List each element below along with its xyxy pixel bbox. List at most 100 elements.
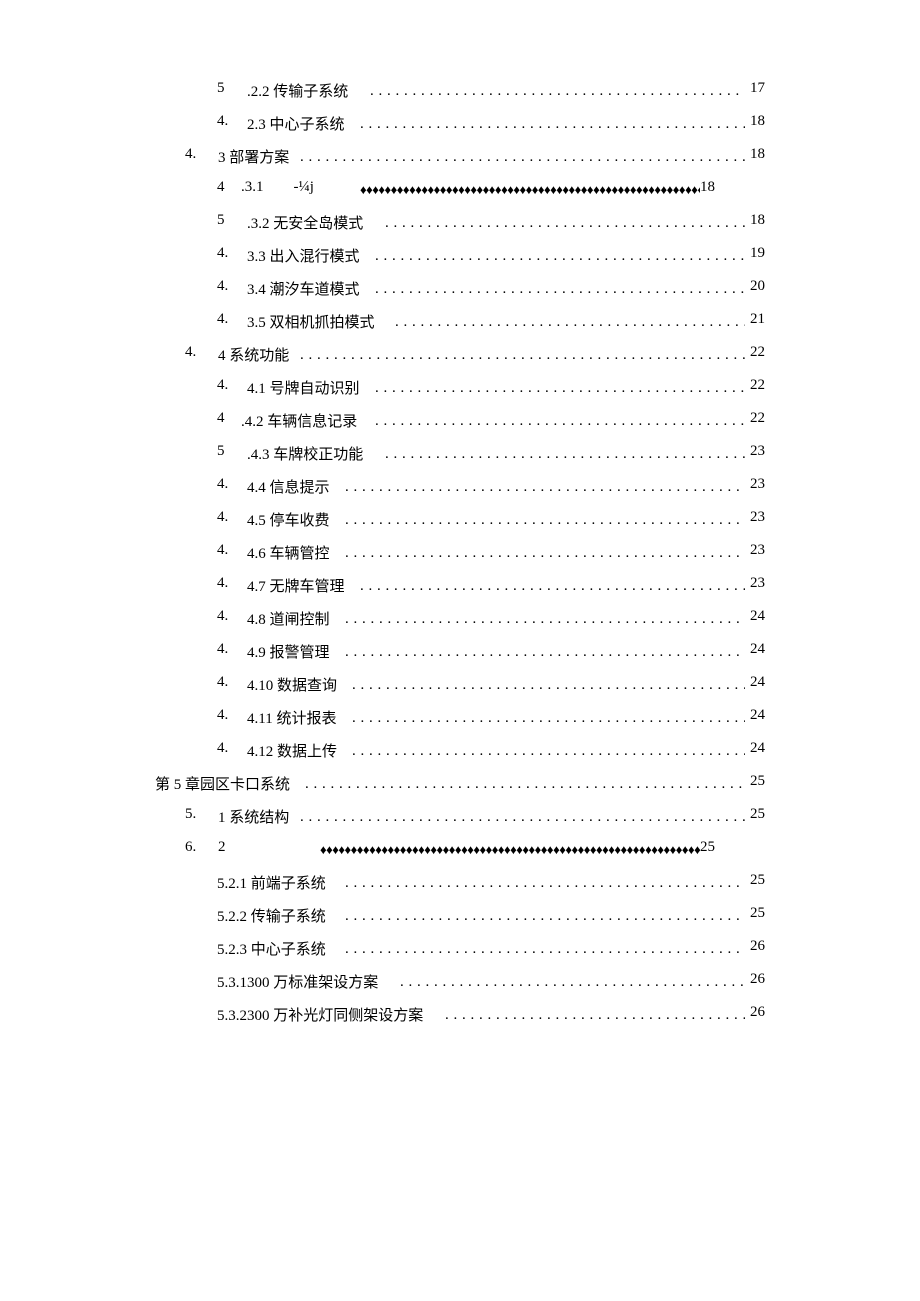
toc-entry-prefix: 4. (185, 344, 196, 361)
toc-leader-dots: . . . . . . . . . . . . . . . . . . . . … (345, 512, 745, 527)
toc-entry-title: 4.8 道闸控制 (247, 608, 330, 629)
toc-entry-page: 24 (750, 707, 765, 724)
toc-entry-page: 24 (750, 608, 765, 625)
toc-page: 5 .2.2 传输子系统 . . . . . . . . . . . . . . .… (0, 0, 920, 1301)
toc-entry-page: 23 (750, 509, 765, 526)
toc-entry: 4. 4 系统功能 . . . . . . . . . . . . . . . .… (0, 344, 920, 377)
toc-leader-dots: . . . . . . . . . . . . . . . . . . . . … (300, 347, 745, 362)
toc-entry-prefix: 4. (217, 641, 228, 658)
toc-entry-page: 25 (700, 839, 715, 856)
toc-entry-title: .2.2 传输子系统 (247, 80, 348, 101)
toc-entry: 5.3.2 无安全岛模式. . . . . . . . . . . . . . … (0, 212, 920, 245)
toc-leader-dots: . . . . . . . . . . . . . . . . . . . . … (345, 875, 745, 890)
toc-entry-page: 23 (750, 476, 765, 493)
toc-entry-page: 18 (750, 212, 765, 229)
toc-entry-page: 18 (750, 146, 765, 163)
toc-entry-title: 4.4 信息提示 (247, 476, 330, 497)
toc-entry-prefix: 5. (185, 806, 196, 823)
toc-entry-prefix: 6. (185, 839, 196, 856)
toc-leader-dots: . . . . . . . . . . . . . . . . . . . . … (360, 116, 745, 131)
toc-entry-page: 25 (750, 905, 765, 922)
toc-leader-dots: . . . . . . . . . . . . . . . . . . . . … (352, 710, 745, 725)
toc-leader-dots: . . . . . . . . . . . . . . . . . . . . … (375, 380, 745, 395)
toc-leader-dots: . . . . . . . . . . . . . . . . . . . . … (300, 149, 745, 164)
toc-entry: 第 5 章园区卡口系统. . . . . . . . . . . . . . .… (0, 773, 920, 806)
toc-entry-page: 26 (750, 1004, 765, 1021)
toc-entry-page: 25 (750, 773, 765, 790)
toc-entry-prefix: 4. (217, 674, 228, 691)
toc-entry: 4.4.12 数据上传. . . . . . . . . . . . . . .… (0, 740, 920, 773)
toc-leader-dots: . . . . . . . . . . . . . . . . . . . . … (385, 446, 745, 461)
toc-entry-page: 20 (750, 278, 765, 295)
toc-entry-page: 24 (750, 740, 765, 757)
toc-entry: 4.4.11 统计报表. . . . . . . . . . . . . . .… (0, 707, 920, 740)
toc-entry-prefix: 4. (217, 278, 228, 295)
toc-leader-dots: . . . . . . . . . . . . . . . . . . . . … (345, 644, 745, 659)
toc-leader-dots: . . . . . . . . . . . . . . . . . . . . … (375, 281, 745, 296)
toc-entry-title: .4.3 车牌校正功能 (247, 443, 363, 464)
toc-leader-dots: . . . . . . . . . . . . . . . . . . . . … (395, 314, 745, 329)
toc-entry-page: 25 (750, 872, 765, 889)
toc-entry-prefix: 4. (217, 509, 228, 526)
toc-entry: 5 .4.3 车牌校正功能 . . . . . . . . . . . . . . … (0, 443, 920, 476)
toc-entry: 6.2♦♦♦♦♦♦♦♦♦♦♦♦♦♦♦♦♦♦♦♦♦♦♦♦♦♦♦♦♦♦♦♦♦♦♦♦♦… (0, 839, 920, 872)
toc-leader-dots: . . . . . . . . . . . . . . . . . . . . … (360, 578, 745, 593)
toc-entry-title: 4.1 号牌自动识别 (247, 377, 360, 398)
toc-leader-dots: . . . . . . . . . . . . . . . . . . . . … (345, 908, 745, 923)
toc-entry-title: 4.7 无牌车管理 (247, 575, 345, 596)
toc-entry-title: 4 系统功能 (218, 344, 293, 365)
toc-entry-page: 18 (700, 179, 715, 196)
toc-leader-dots: . . . . . . . . . . . . . . . . . . . . … (345, 545, 745, 560)
toc-entry-page: 24 (750, 641, 765, 658)
toc-entry-page: 26 (750, 971, 765, 988)
toc-entry: 4. 4.1 号牌自动识别 . . . . . . . . . . . . . . … (0, 377, 920, 410)
toc-entry: 4.4.6 车辆管控. . . . . . . . . . . . . . . … (0, 542, 920, 575)
toc-entry: 4.3.3 出入混行模式. . . . . . . . . . . . . . … (0, 245, 920, 278)
toc-entry-title: 5.3.1300 万标准架设方案 (217, 971, 382, 992)
toc-entry-prefix: 4. (217, 575, 228, 592)
toc-leader-dots: . . . . . . . . . . . . . . . . . . . . … (345, 611, 745, 626)
toc-entry: 4. 3.5 双相机抓拍模式 . . . . . . . . . . . . . .… (0, 311, 920, 344)
toc-leader-dots: . . . . . . . . . . . . . . . . . . . . … (345, 941, 745, 956)
toc-entry-prefix: 5 (217, 443, 225, 460)
toc-entry-title: 5.2.3 中心子系统 (217, 938, 326, 959)
toc-entry-title: 4.11 统计报表 (247, 707, 336, 728)
toc-entry: 4.4.4 信息提示. . . . . . . . . . . . . . . … (0, 476, 920, 509)
toc-entry-title: 4.10 数据查询 (247, 674, 337, 695)
toc-entry-page: 19 (750, 245, 765, 262)
toc-entry: 4. 4.8 道闸控制 . . . . . . . . . . . . . . . … (0, 608, 920, 641)
toc-leader-dots: . . . . . . . . . . . . . . . . . . . . … (352, 743, 745, 758)
toc-entry-prefix: 4. (217, 311, 228, 328)
toc-leader-diamonds: ♦♦♦♦♦♦♦♦♦♦♦♦♦♦♦♦♦♦♦♦♦♦♦♦♦♦♦♦♦♦♦♦♦♦♦♦♦♦♦♦… (360, 182, 700, 198)
toc-entry-prefix: 4. (217, 245, 228, 262)
toc-entry-page: 23 (750, 542, 765, 559)
toc-entry-prefix: 5 (217, 80, 225, 97)
toc-entry-page: 17 (750, 80, 765, 97)
toc-entry-prefix: 4. (217, 740, 228, 757)
toc-entry-prefix: 4. (217, 113, 228, 130)
toc-leader-dots: . . . . . . . . . . . . . . . . . . . . … (445, 1007, 745, 1022)
toc-entry: 4. 4.10 数据查询 . . . . . . . . . . . . . . .… (0, 674, 920, 707)
toc-entry-page: 22 (750, 377, 765, 394)
toc-entry-page: 23 (750, 443, 765, 460)
toc-entry: 4.4.9 报警管理. . . . . . . . . . . . . . . … (0, 641, 920, 674)
toc-entry-page: 21 (750, 311, 765, 328)
toc-entry-prefix: 4. (217, 608, 228, 625)
toc-entry-title: 5.3.2300 万补光灯同侧架设方案 (217, 1004, 427, 1025)
toc-entry-page: 22 (750, 410, 765, 427)
toc-entry: 4.3.4 潮汐车道模式. . . . . . . . . . . . . . … (0, 278, 920, 311)
toc-leader-dots: . . . . . . . . . . . . . . . . . . . . … (385, 215, 745, 230)
toc-entry: 5.3.2300 万补光灯同侧架设方案 . . . . . . . . . . … (0, 1004, 920, 1037)
toc-entry-title: 3.5 双相机抓拍模式 (247, 311, 375, 332)
toc-leader-dots: . . . . . . . . . . . . . . . . . . . . … (370, 83, 745, 98)
toc-entry-page: 23 (750, 575, 765, 592)
toc-leader-dots: . . . . . . . . . . . . . . . . . . . . … (305, 776, 745, 791)
toc-leader-dots: . . . . . . . . . . . . . . . . . . . . … (375, 248, 745, 263)
toc-leader-dots: . . . . . . . . . . . . . . . . . . . . … (352, 677, 745, 692)
toc-entry: 5.2.1 前端子系统. . . . . . . . . . . . . . .… (0, 872, 920, 905)
toc-entry: 5.2.2 传输子系统. . . . . . . . . . . . . . .… (0, 905, 920, 938)
toc-entry-prefix: 4. (217, 542, 228, 559)
toc-entry-prefix: 4. (217, 377, 228, 394)
toc-entry: 4.2.3 中心子系统. . . . . . . . . . . . . . .… (0, 113, 920, 146)
toc-entry: 4.4.5 停车收费. . . . . . . . . . . . . . . … (0, 509, 920, 542)
